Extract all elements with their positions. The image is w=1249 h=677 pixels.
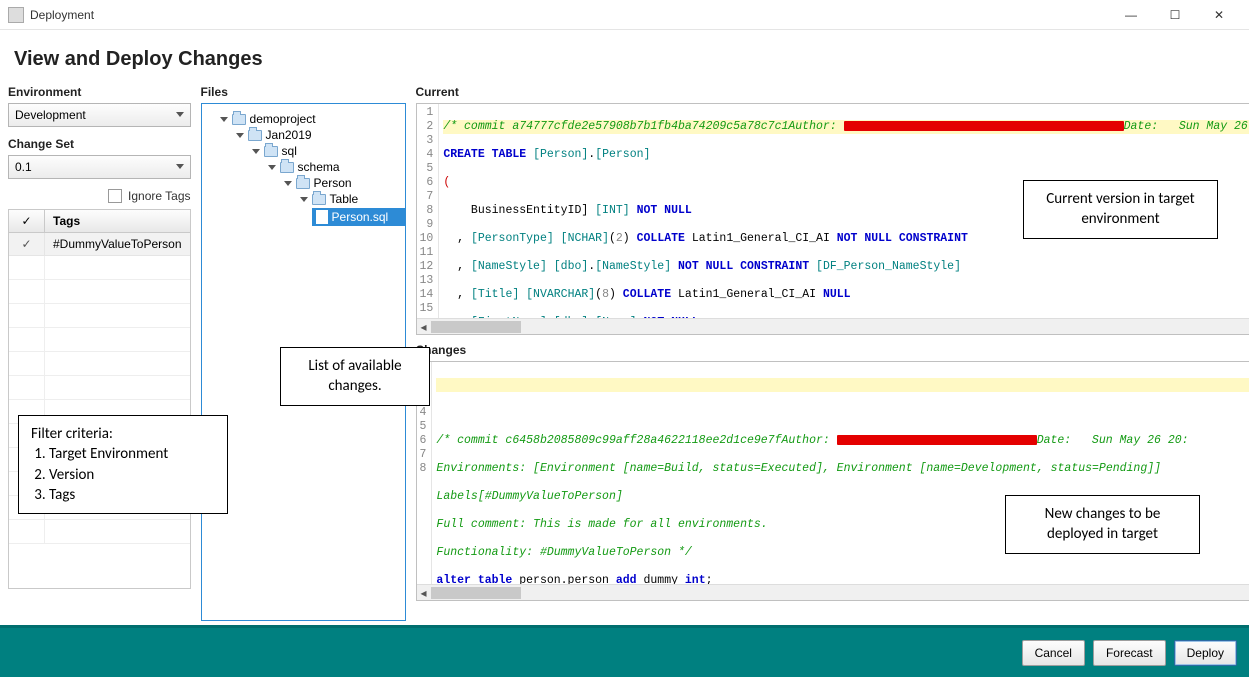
annotation-current: Current version in target environment — [1023, 180, 1218, 239]
titlebar: Deployment — ☐ ✕ — [0, 0, 1249, 30]
minimize-button[interactable]: — — [1109, 1, 1153, 29]
environment-select[interactable]: Development — [8, 103, 191, 127]
ignore-tags-checkbox[interactable] — [108, 189, 122, 203]
page-title: View and Deploy Changes — [0, 30, 1249, 85]
chevron-down-icon — [176, 164, 184, 169]
changeset-label: Change Set — [8, 137, 191, 151]
tags-row[interactable]: ✓ #DummyValueToPerson — [9, 233, 190, 256]
chevron-down-icon — [176, 112, 184, 117]
annotation-changes: New changes to be deployed in target — [1005, 495, 1200, 554]
cancel-button[interactable]: Cancel — [1022, 640, 1085, 666]
folder-icon — [296, 178, 310, 189]
ignore-tags-label: Ignore Tags — [128, 189, 191, 203]
tags-table: ✓ Tags ✓ #DummyValueToPerson — [8, 209, 191, 589]
redacted-author — [837, 435, 1037, 445]
changes-label: Changes — [416, 343, 1249, 357]
current-label: Current — [416, 85, 1249, 99]
environment-label: Environment — [8, 85, 191, 99]
folder-icon — [248, 130, 262, 141]
sidebar: Environment Development Change Set 0.1 I… — [8, 85, 191, 621]
tags-header-check[interactable]: ✓ — [9, 210, 45, 232]
window-title: Deployment — [30, 8, 1109, 22]
tree-node[interactable]: schema — [268, 160, 403, 174]
scrollbar-horizontal[interactable]: ◂▸ — [417, 584, 1249, 600]
deploy-button[interactable]: Deploy — [1174, 640, 1237, 666]
folder-icon — [312, 194, 326, 205]
forecast-button[interactable]: Forecast — [1093, 640, 1166, 666]
changeset-value: 0.1 — [15, 160, 32, 174]
tree-node[interactable]: Table — [300, 192, 403, 206]
changes-code-box: 12345678 /* commit c6458b2085809c99aff28… — [416, 361, 1249, 601]
close-button[interactable]: ✕ — [1197, 1, 1241, 29]
tree-node[interactable]: sql — [252, 144, 403, 158]
tree-file-selected[interactable]: Person.sql — [312, 208, 406, 226]
footer: Cancel Forecast Deploy — [0, 625, 1249, 677]
tree-node[interactable]: Jan2019 — [236, 128, 403, 142]
files-label: Files — [201, 85, 406, 99]
annotation-files: List of available changes. — [280, 347, 430, 406]
annotation-filter: Filter criteria: Target Environment Vers… — [18, 415, 228, 514]
folder-icon — [264, 146, 278, 157]
environment-value: Development — [15, 108, 86, 122]
gutter: 123456789101112131415 — [417, 104, 440, 318]
app-icon — [8, 7, 24, 23]
file-icon — [316, 210, 328, 224]
folder-icon — [232, 114, 246, 125]
tree-node[interactable]: Person — [284, 176, 403, 190]
redacted-author — [844, 121, 1124, 131]
scrollbar-horizontal[interactable]: ◂▸ — [417, 318, 1249, 334]
changeset-select[interactable]: 0.1 — [8, 155, 191, 179]
tags-row-value: #DummyValueToPerson — [45, 233, 190, 255]
tags-header-label: Tags — [45, 210, 190, 232]
tags-row-check[interactable]: ✓ — [9, 233, 45, 255]
folder-icon — [280, 162, 294, 173]
maximize-button[interactable]: ☐ — [1153, 1, 1197, 29]
tree-root[interactable]: demoproject — [220, 112, 403, 126]
